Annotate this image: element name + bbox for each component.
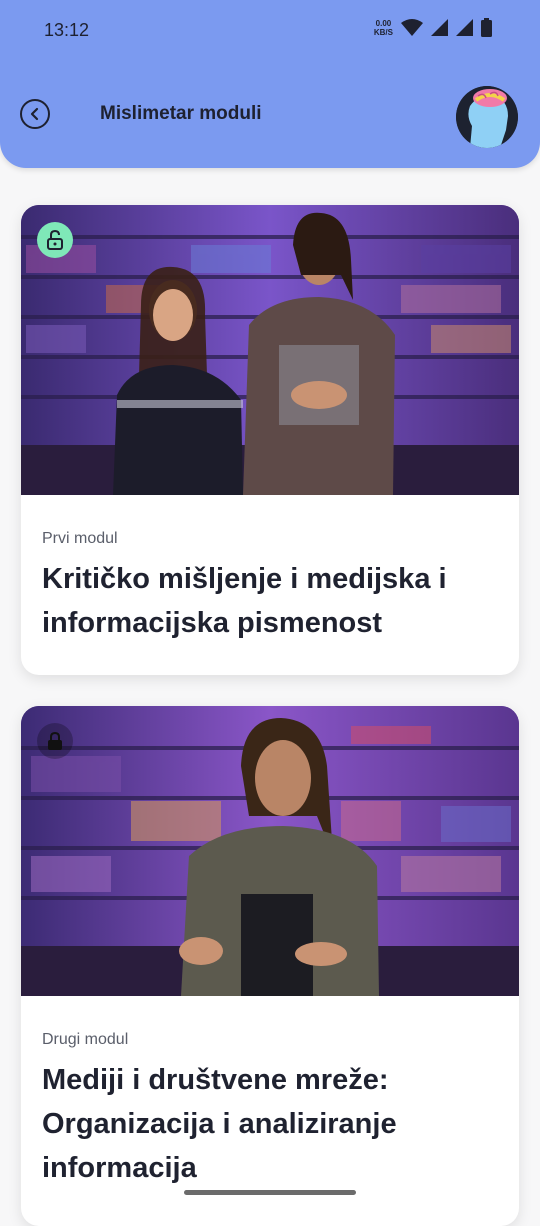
module-title: Mediji i društvene mreže: Organizacija i… xyxy=(42,1064,397,1184)
lock-status-badge xyxy=(37,222,73,258)
network-speed-value: 0.00 xyxy=(375,18,392,28)
back-button[interactable] xyxy=(20,99,50,129)
signal-icon xyxy=(431,19,448,36)
module-thumbnail[interactable] xyxy=(21,205,519,495)
module-thumbnail[interactable] xyxy=(21,706,519,996)
module-card-2[interactable]: Drugi modul Mediji i društvene mreže: Or… xyxy=(21,706,519,1226)
module-label: Drugi modul xyxy=(42,1031,129,1048)
avatar[interactable] xyxy=(456,86,518,148)
home-indicator[interactable] xyxy=(184,1190,356,1195)
chevron-left-icon xyxy=(30,107,39,121)
network-speed: 0.00 KB/S xyxy=(374,19,393,37)
module-card-1[interactable]: Prvi modul Kritičko mišljenje i medijska… xyxy=(21,205,519,675)
lock-status-badge xyxy=(37,723,73,759)
module-title: Kritičko mišljenje i medijska i informac… xyxy=(42,563,447,639)
locked-icon xyxy=(48,731,62,750)
battery-icon xyxy=(481,18,492,37)
signal-icon-2 xyxy=(456,19,473,36)
wifi-icon xyxy=(401,18,423,36)
video-still-one-presenter xyxy=(21,706,519,996)
page-title: Mislimetar moduli xyxy=(100,103,262,124)
brain-head-avatar-icon xyxy=(456,86,518,148)
unlocked-icon xyxy=(47,230,63,250)
status-icons: 0.00 KB/S xyxy=(374,18,492,37)
app-header: 13:12 0.00 KB/S Mislimetar moduli xyxy=(0,0,540,168)
status-time: 13:12 xyxy=(44,20,90,40)
video-still-two-presenters xyxy=(21,205,519,495)
module-label: Prvi modul xyxy=(42,530,118,547)
network-speed-unit: KB/S xyxy=(373,27,393,37)
